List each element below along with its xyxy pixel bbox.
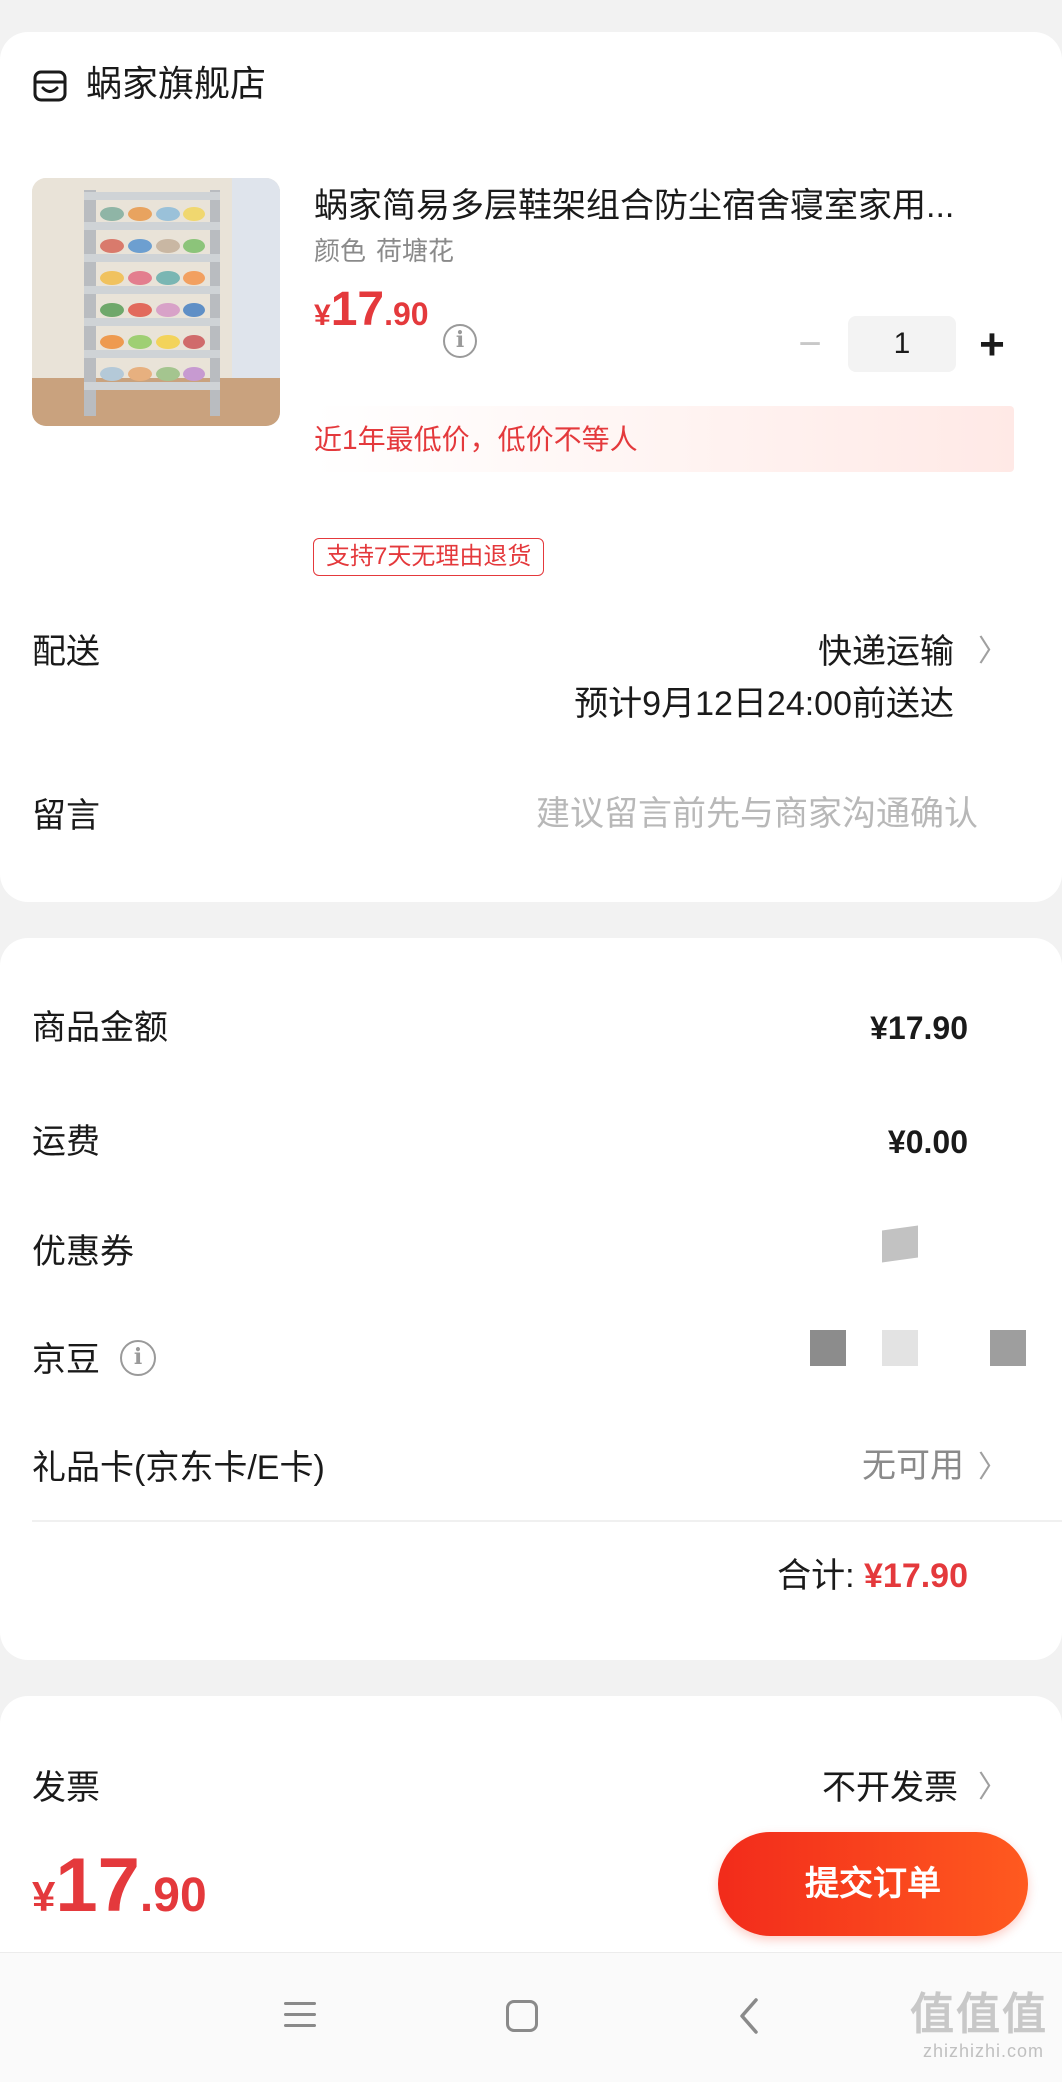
price-integer: 17	[330, 283, 385, 336]
price-currency: ¥	[314, 299, 331, 332]
delivery-method[interactable]: 快递运输	[818, 630, 954, 674]
coupon-value-placeholder[interactable]	[882, 1225, 918, 1263]
invoice-value[interactable]: 不开发票	[822, 1766, 958, 1810]
checkout-price-currency: ¥	[32, 1873, 56, 1920]
gift-card-value[interactable]: 无可用	[862, 1444, 964, 1488]
spec-label: 颜色	[314, 236, 367, 266]
goods-amount-label: 商品金额	[32, 1009, 168, 1047]
delivery-label: 配送	[32, 633, 100, 671]
return-policy-tag: 支持7天无理由退货	[313, 538, 545, 576]
shipping-fee-value: ¥0.00	[887, 1124, 968, 1160]
shoe-rack-image	[32, 178, 280, 426]
message-input[interactable]: 建议留言前先与商家沟通确认	[536, 792, 978, 836]
lowest-price-text: 近1年最低价，低价不等人	[314, 424, 638, 455]
gift-card-chevron-icon[interactable]: 〉	[978, 1446, 1008, 1490]
gift-card-label: 礼品卡(京东卡/E卡)	[32, 1449, 325, 1487]
price-info-icon[interactable]: i	[443, 324, 477, 358]
jd-bean-placeholder-1	[810, 1330, 846, 1366]
back-icon[interactable]	[730, 1994, 770, 2038]
jd-bean-toggle-placeholder[interactable]	[990, 1330, 1026, 1366]
delivery-chevron-icon[interactable]: 〉	[978, 630, 1008, 674]
message-label: 留言	[32, 797, 100, 835]
invoice-chevron-icon[interactable]: 〉	[978, 1766, 1008, 1810]
recent-apps-icon[interactable]	[284, 2002, 316, 2030]
quantity-input[interactable]: 1	[848, 316, 956, 372]
shipping-fee-label: 运费	[32, 1123, 100, 1161]
total-row: 合计: ¥17.90	[777, 1554, 968, 1598]
checkout-price-decimal: .90	[139, 1869, 207, 1922]
divider	[32, 1520, 1062, 1522]
product-title[interactable]: 蜗家简易多层鞋架组合防尘宿舍寝室家用...	[314, 184, 1004, 228]
home-icon[interactable]	[506, 2000, 538, 2032]
spec-value: 荷塘花	[376, 236, 455, 266]
jd-bean-label: 京豆	[32, 1341, 100, 1379]
store-icon	[33, 70, 67, 102]
quantity-decrease-button[interactable]: −	[792, 324, 828, 364]
total-label: 合计:	[777, 1557, 855, 1595]
checkout-price: ¥17.90	[32, 1842, 207, 1929]
jd-bean-placeholder-2	[882, 1330, 918, 1366]
jd-bean-info-icon[interactable]: i	[120, 1340, 156, 1376]
store-name[interactable]: 蜗家旗舰店	[86, 62, 266, 106]
delivery-eta: 预计9月12日24:00前送达	[574, 685, 954, 723]
checkout-price-integer: 17	[55, 1843, 140, 1928]
quantity-increase-button[interactable]: +	[972, 323, 1012, 367]
coupon-label: 优惠券	[32, 1233, 134, 1271]
product-image[interactable]	[32, 178, 280, 426]
price-decimal: .90	[384, 296, 429, 332]
product-spec[interactable]: 颜色 荷塘花	[314, 234, 454, 268]
goods-amount-value: ¥17.90	[870, 1010, 968, 1046]
invoice-label: 发票	[32, 1769, 100, 1807]
watermark-logo: 值值值	[910, 1990, 1048, 2039]
watermark-url: zhizhizhi.com	[922, 2041, 1044, 2061]
product-price: ¥17.90	[314, 282, 429, 337]
submit-order-button[interactable]: 提交订单	[718, 1832, 1028, 1936]
total-value: ¥17.90	[864, 1557, 968, 1595]
